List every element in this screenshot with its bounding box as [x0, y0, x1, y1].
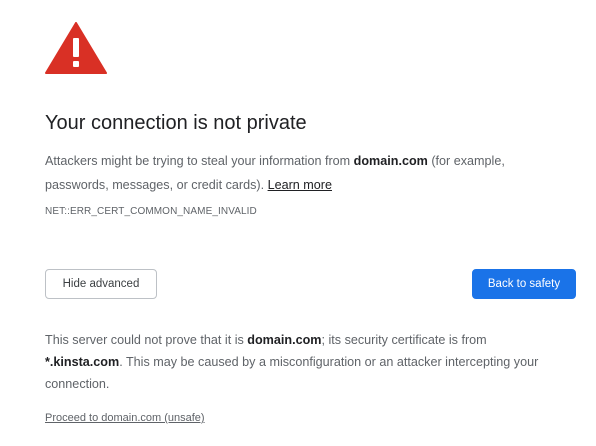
details-text-1: This server could not prove that it is [45, 333, 248, 347]
details-text-3: . This may be caused by a misconfigurati… [45, 355, 539, 391]
hide-advanced-button[interactable]: Hide advanced [45, 269, 157, 299]
proceed-unsafe-link[interactable]: Proceed to domain.com (unsafe) [45, 412, 205, 424]
intro-text-before: Attackers might be trying to steal your … [45, 154, 354, 168]
warning-triangle-icon [45, 22, 107, 74]
intro-paragraph: Attackers might be trying to steal your … [45, 149, 565, 197]
intro-domain: domain.com [353, 154, 428, 168]
details-cert-domain: *.kinsta.com [45, 355, 120, 369]
back-to-safety-button[interactable]: Back to safety [472, 269, 576, 299]
page-title: Your connection is not private [45, 112, 307, 134]
details-paragraph: This server could not prove that it is d… [45, 329, 565, 395]
details-text-2: ; its security certificate is from [321, 333, 487, 347]
learn-more-link[interactable]: Learn more [268, 178, 332, 192]
details-domain: domain.com [247, 333, 322, 347]
error-code: NET::ERR_CERT_COMMON_NAME_INVALID [45, 206, 257, 217]
